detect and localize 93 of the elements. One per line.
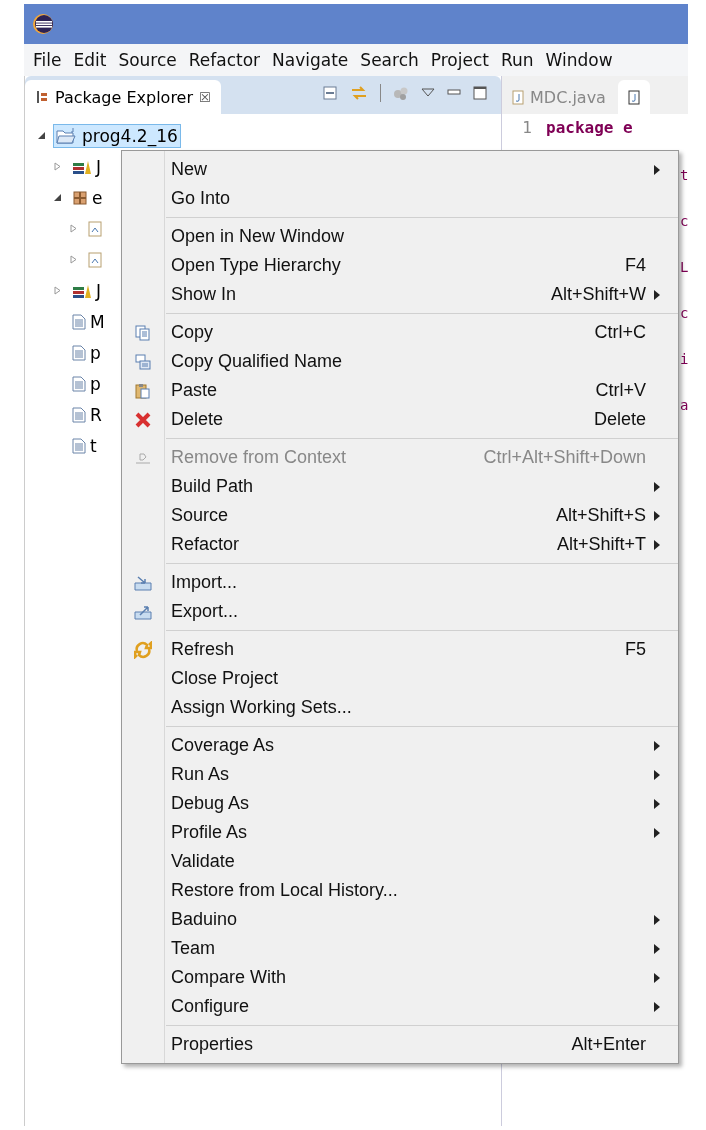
java-file-icon bbox=[627, 89, 640, 105]
tree-item[interactable]: e bbox=[69, 185, 106, 210]
java-file-icon bbox=[512, 89, 524, 105]
code-fragment: a bbox=[680, 397, 688, 413]
editor-tab[interactable] bbox=[617, 80, 650, 114]
menu-item[interactable]: Build Path bbox=[122, 472, 678, 501]
delete-icon bbox=[135, 411, 151, 428]
expand-arrow-icon[interactable] bbox=[69, 224, 78, 233]
refresh-icon bbox=[134, 640, 152, 659]
menu-item[interactable]: Open Type Hierarchy F4 bbox=[122, 251, 678, 280]
link-icon[interactable] bbox=[350, 85, 368, 101]
menu-item[interactable]: Edit bbox=[73, 50, 107, 70]
collapse-arrow-icon[interactable] bbox=[37, 131, 46, 140]
menu-item[interactable]: Go Into bbox=[122, 184, 678, 213]
java-file-icon bbox=[88, 220, 102, 237]
remove-icon bbox=[135, 450, 151, 465]
menu-item[interactable]: Debug As bbox=[122, 789, 678, 818]
menu-item[interactable]: Restore from Local History... bbox=[122, 876, 678, 905]
menu-item[interactable]: Delete Delete bbox=[122, 405, 678, 434]
eclipse-icon bbox=[32, 13, 54, 35]
clipboard-icon bbox=[135, 382, 151, 399]
close-icon[interactable]: ☒ bbox=[199, 89, 211, 105]
menu-item[interactable]: Validate bbox=[122, 847, 678, 876]
code-line: package e bbox=[546, 118, 633, 137]
menu-item[interactable]: Compare With bbox=[122, 963, 678, 992]
import-icon bbox=[134, 574, 152, 591]
menu-item[interactable]: Source bbox=[118, 50, 177, 70]
menu-item[interactable]: Copy Ctrl+C bbox=[122, 318, 678, 347]
menu-item[interactable]: Navigate bbox=[272, 50, 349, 70]
code-fragment: L bbox=[680, 259, 688, 275]
code-fragment: c bbox=[680, 213, 688, 229]
copy-icon bbox=[135, 324, 151, 341]
menu-item[interactable]: Coverage As bbox=[122, 731, 678, 760]
tree-item[interactable]: R bbox=[69, 402, 105, 427]
file-icon bbox=[72, 375, 86, 392]
file-icon bbox=[72, 344, 86, 361]
tree-item[interactable]: p bbox=[69, 371, 104, 396]
tree-item[interactable]: J bbox=[69, 154, 104, 179]
menu-item[interactable]: Configure bbox=[122, 992, 678, 1021]
tab-title: Package Explorer bbox=[55, 87, 194, 107]
tree-item[interactable]: t bbox=[69, 433, 100, 458]
menu-item[interactable]: Team bbox=[122, 934, 678, 963]
menu-item[interactable]: Profile As bbox=[122, 818, 678, 847]
menu-item[interactable]: New bbox=[122, 155, 678, 184]
java-file-icon bbox=[88, 251, 102, 268]
menu-item[interactable]: Run bbox=[500, 50, 534, 70]
menu-item[interactable]: Properties Alt+Enter bbox=[122, 1030, 678, 1059]
file-icon bbox=[72, 437, 86, 454]
menu-item[interactable]: Show In Alt+Shift+W bbox=[122, 280, 678, 309]
expand-arrow-icon[interactable] bbox=[69, 255, 78, 264]
view-menu-icon[interactable] bbox=[421, 88, 435, 98]
line-number: 1 bbox=[521, 118, 532, 137]
menu-item[interactable]: Open in New Window bbox=[122, 222, 678, 251]
maximize-icon[interactable] bbox=[473, 86, 487, 100]
export-icon bbox=[134, 603, 152, 620]
tree-item[interactable] bbox=[85, 249, 105, 270]
tree-item[interactable]: p bbox=[69, 340, 104, 365]
tree-item[interactable]: prog4.2_16 bbox=[53, 123, 181, 148]
menu-item[interactable]: Copy Qualified Name bbox=[122, 347, 678, 376]
menu-item[interactable]: Refactor bbox=[188, 50, 261, 70]
menu-item[interactable]: Project bbox=[430, 50, 489, 70]
tree-item[interactable]: J bbox=[69, 278, 104, 303]
file-icon bbox=[72, 313, 86, 330]
collapse-arrow-icon[interactable] bbox=[53, 193, 62, 202]
menu-item[interactable]: File bbox=[33, 50, 62, 70]
project-folder-icon bbox=[56, 126, 78, 145]
menu-item[interactable]: Export... bbox=[122, 597, 678, 626]
menu-item[interactable]: Search bbox=[360, 50, 419, 70]
dots-icon[interactable] bbox=[393, 85, 409, 101]
code-fragment: c bbox=[680, 305, 688, 321]
menu-item[interactable]: Source Alt+Shift+S bbox=[122, 501, 678, 530]
package-explorer-tab[interactable]: Package Explorer ☒ bbox=[25, 80, 221, 114]
package-icon bbox=[72, 189, 88, 206]
expand-arrow-icon[interactable] bbox=[53, 286, 62, 295]
menu-item[interactable]: Close Project bbox=[122, 664, 678, 693]
menu-item[interactable]: Refactor Alt+Shift+T bbox=[122, 530, 678, 559]
tree-item[interactable] bbox=[85, 218, 105, 239]
menu-item[interactable]: Paste Ctrl+V bbox=[122, 376, 678, 405]
menu-item[interactable]: Baduino bbox=[122, 905, 678, 934]
package-icon bbox=[35, 90, 49, 104]
menu-item[interactable]: Window bbox=[545, 50, 613, 70]
menu-item[interactable]: Import... bbox=[122, 568, 678, 597]
menu-item[interactable]: Run As bbox=[122, 760, 678, 789]
code-fragment: t bbox=[680, 167, 688, 183]
tree-item[interactable]: M bbox=[69, 309, 108, 334]
collapse-all-icon[interactable] bbox=[322, 85, 338, 101]
code-fragment: i bbox=[680, 351, 688, 367]
menu-item[interactable]: Assign Working Sets... bbox=[122, 693, 678, 722]
expand-arrow-icon[interactable] bbox=[53, 162, 62, 171]
menu-item[interactable]: Refresh F5 bbox=[122, 635, 678, 664]
minimize-icon[interactable] bbox=[447, 88, 461, 98]
copy-icon bbox=[135, 353, 151, 370]
file-icon bbox=[72, 406, 86, 423]
